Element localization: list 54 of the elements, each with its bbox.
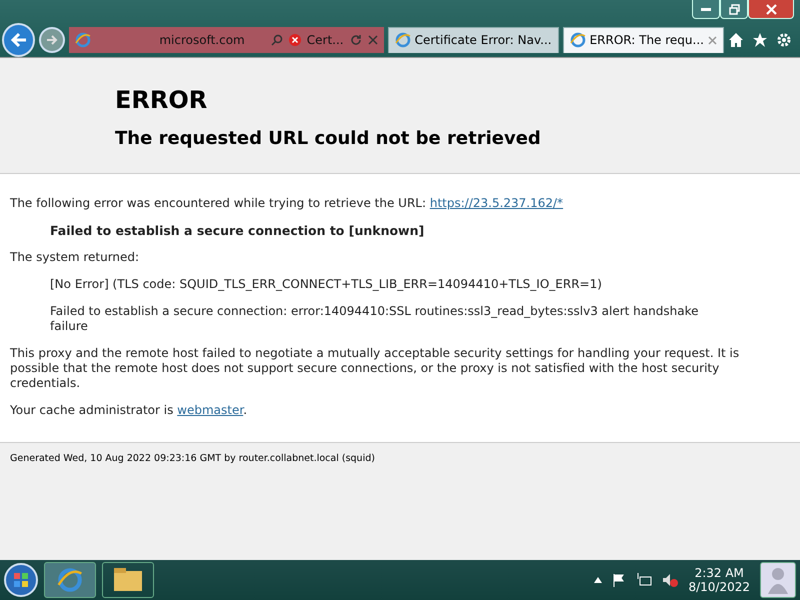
forward-button[interactable] — [39, 26, 65, 52]
error-heading: ERROR — [115, 86, 208, 114]
error-icon — [288, 34, 301, 46]
system-message: Failed to establish a secure connection: error:14094410:SSL routines:ssl3_read_bytes:sslv3 alert handshake failure — [49, 304, 700, 334]
tab-title: ERROR: The requ... — [590, 33, 704, 47]
browser-logo-icon — [57, 567, 83, 593]
back-arrow-icon — [10, 30, 28, 48]
intro-text: The following error was encountered while trying to retrieve the URL: https://23.5.237.162/* — [10, 196, 564, 211]
close-tab-icon[interactable] — [708, 36, 717, 44]
close-icon — [766, 4, 776, 14]
browser-logo-icon — [74, 32, 91, 48]
tab-title: Certificate Error: Nav... — [414, 33, 552, 47]
url-link[interactable]: https://23.5.237.162/* — [430, 196, 564, 210]
start-button[interactable] — [4, 563, 38, 597]
clock-date: 8/10/2022 — [688, 580, 750, 594]
maximize-button[interactable] — [720, 0, 748, 19]
settings-icon[interactable] — [776, 32, 792, 48]
error-subheading: The requested URL could not be retrieved — [115, 128, 542, 149]
back-button[interactable] — [2, 22, 36, 56]
user-silhouette-icon — [768, 566, 788, 594]
admin-text: Your cache administrator is webmaster. — [10, 403, 248, 418]
browser-logo-icon — [394, 32, 411, 48]
error-title: Failed to establish a secure connection to [unknown] — [49, 223, 426, 238]
page-footer: Generated Wed, 10 Aug 2022 09:23:16 GMT by router.collabnet.local (squid) — [0, 442, 800, 560]
forward-arrow-icon — [46, 34, 58, 46]
webmaster-link[interactable]: webmaster — [177, 403, 244, 417]
browser-logo-icon — [570, 32, 586, 48]
browser-tab[interactable]: ERROR: The requ... — [562, 26, 724, 52]
show-hidden-icons-icon[interactable] — [594, 577, 602, 583]
star-icon[interactable] — [752, 32, 768, 48]
refresh-icon[interactable] — [350, 34, 362, 46]
minimize-button[interactable] — [692, 0, 720, 19]
clock-time: 2:32 AM — [694, 566, 744, 580]
system-label: The system returned: — [10, 250, 140, 265]
network-icon[interactable] — [636, 573, 652, 587]
muted-speaker-icon[interactable] — [662, 573, 678, 587]
flag-icon[interactable] — [612, 573, 626, 587]
home-icon[interactable] — [728, 32, 744, 48]
browser-tab[interactable]: Certificate Error: Nav... — [388, 26, 559, 52]
close-button[interactable] — [748, 0, 794, 19]
minimize-icon — [701, 8, 711, 10]
stop-icon[interactable] — [368, 34, 378, 44]
search-icon — [270, 34, 283, 46]
taskbar-folder-button[interactable] — [102, 562, 154, 598]
windows-logo-icon — [13, 572, 29, 588]
certificate-error-label[interactable]: Cert... — [306, 32, 344, 46]
explanation-text: This proxy and the remote host failed to negotiate a mutually acceptable security settings for handling your request. It is possible that the remote host does not support secure connections, or the proxy is not satisfied with the host security credentials. — [10, 346, 740, 391]
folder-icon — [113, 567, 143, 593]
clock[interactable]: 2:32 AM 8/10/2022 — [688, 566, 750, 594]
address-bar[interactable]: microsoft.com Cert... — [68, 26, 384, 52]
url-text: microsoft.com — [158, 32, 246, 46]
system-message: [No Error] (TLS code: SQUID_TLS_ERR_CONNECT+TLS_LIB_ERR=14094410+TLS_IO_ERR=1) — [49, 277, 603, 292]
user-tile[interactable] — [760, 562, 796, 598]
restore-icon — [728, 4, 740, 14]
